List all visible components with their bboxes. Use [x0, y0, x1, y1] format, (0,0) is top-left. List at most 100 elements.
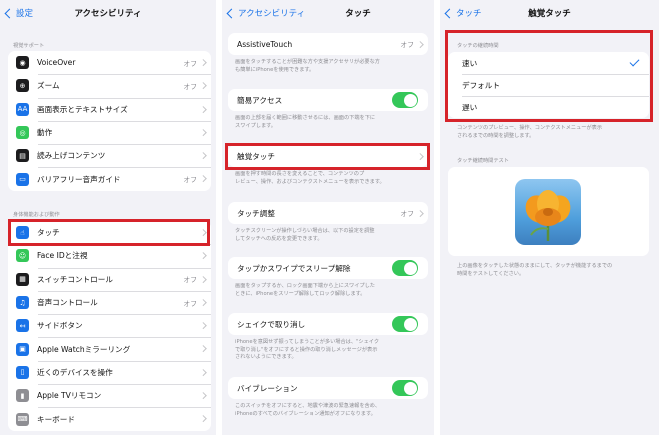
- physical-row-4[interactable]: ↤ サイドボタン: [8, 314, 211, 337]
- chevron-right-icon: [199, 252, 206, 259]
- tv-remote-icon: ▮: [16, 389, 29, 403]
- row-label: スイッチコントロール: [37, 274, 113, 284]
- nav-bar: タッチ 触覚タッチ: [440, 0, 659, 26]
- desc-line: で取り消し"をオフにすると操作の取り消しメッセージが表示: [235, 346, 378, 353]
- voiceover-icon: ◉: [16, 56, 29, 70]
- row-label: Face IDと注視: [37, 251, 88, 261]
- vibration-toggle[interactable]: [392, 380, 418, 396]
- side-button-icon: ↤: [16, 319, 29, 333]
- vision-row-0[interactable]: ◉ VoiceOver オフ: [8, 51, 211, 74]
- desc-line: iPhoneを意図せず振ってしまうことが多い場合は、"シェイク: [235, 339, 380, 345]
- desc-line: タッチスクリーンが操作しづらい場合は、以下の設定を調整: [235, 228, 375, 234]
- chevron-right-icon: [416, 41, 423, 48]
- assistive-touch-value: オフ: [400, 41, 414, 49]
- physical-row-5[interactable]: ▣ Apple Watchミラーリング: [8, 337, 211, 360]
- nav-bar: 設定 アクセシビリティ: [0, 0, 216, 26]
- row-label: 画面表示とテキストサイズ: [37, 104, 128, 114]
- row-label: Apple TVリモコン: [37, 391, 102, 401]
- desc-line: このスイッチをオフにすると、地震や津波の緊急速報を含め、: [235, 403, 381, 409]
- vision-row-5[interactable]: ▭ バリアフリー音声ガイド オフ: [8, 167, 211, 190]
- desc-line: iPhoneのすべてのバイブレーション通知がオフになります。: [235, 410, 376, 417]
- shake-to-undo-row: シェイクで取り消し: [228, 313, 428, 335]
- physical-row-2[interactable]: ▦ スイッチコントロール オフ: [8, 267, 211, 291]
- touch-accommodations-label: タッチ調整: [237, 208, 275, 218]
- chevron-right-icon: [199, 298, 206, 306]
- desc-line: も簡単にiPhoneを使用できます。: [235, 66, 315, 73]
- screenshot-collage: 設定 アクセシビリティ 視覚サポート ◉ VoiceOver オフ ⊕ ズーム オフ AA 画…: [0, 0, 659, 435]
- test-description: 上の画像をタッチした状態のままにして、タッチが機能するまでの 時間をテストしてく…: [457, 263, 657, 278]
- vision-row-3[interactable]: ◎ 動作: [8, 120, 211, 144]
- row-value: オフ: [183, 59, 197, 68]
- row-label: 近くのデバイスを操作: [37, 367, 113, 377]
- vibration-row: バイブレーション: [228, 377, 428, 399]
- desc-line: コンテンツのプレビュー、操作、コンテクストメニューが表示: [457, 125, 603, 131]
- row-label: キーボード: [37, 414, 75, 424]
- switch-control-icon: ▦: [16, 272, 29, 286]
- vibration-label: バイブレーション: [237, 383, 298, 393]
- row-value: オフ: [183, 82, 197, 91]
- physical-row-7[interactable]: ▮ Apple TVリモコン: [8, 384, 211, 407]
- section-header-physical: 身体機能および動作: [13, 212, 60, 218]
- haptic-touch-description: 画面を押す時間の長さを変えることで、コンテンツのプ レビュー、操作、およびコンテ…: [235, 171, 430, 186]
- face-id-icon: ☺: [16, 249, 29, 263]
- watch-mirroring-icon: ▣: [16, 342, 29, 356]
- highlight-touch-row: [8, 219, 210, 246]
- tap-to-wake-label: タップかスワイプでスリープ解除: [237, 263, 351, 273]
- chevron-right-icon: [199, 392, 206, 399]
- row-label: Apple Watchミラーリング: [37, 344, 131, 354]
- desc-line: 画面をタッチすることが困難な方や支援アクセサリが必要な方: [235, 59, 380, 65]
- desc-line: 時間をテストしてください。: [457, 270, 525, 277]
- desc-line: 画面をタップするか、ロック画面下端から上にスワイプした: [235, 283, 375, 289]
- vibration-description: このスイッチをオフにすると、地震や津波の緊急速報を含め、 iPhoneのすべての…: [235, 403, 430, 418]
- physical-row-3[interactable]: ♫ 音声コントロール オフ: [8, 290, 211, 314]
- highlight-haptic-touch-row: [225, 143, 430, 170]
- row-label: 動作: [37, 128, 53, 138]
- desc-line: 上の画像をタッチした状態のままにして、タッチが機能するまでの: [457, 263, 613, 269]
- touch-accommodations-description: タッチスクリーンが操作しづらい場合は、以下の設定を調整 してタッチへの反応を変更…: [235, 228, 430, 243]
- tap-to-wake-description: 画面をタップするか、ロック画面下端から上にスワイプした ときに、iPhoneをス…: [235, 283, 430, 298]
- chevron-right-icon: [199, 415, 206, 422]
- physical-row-1[interactable]: ☺ Face IDと注視: [8, 244, 211, 267]
- touch-panel: アクセシビリティ タッチ AssistiveTouch オフ 画面をタッチするこ…: [222, 0, 434, 435]
- desc-line: されないようにできます。: [235, 354, 297, 360]
- page-title: 触覚タッチ: [528, 9, 571, 19]
- vision-row-2[interactable]: AA 画面表示とテキストサイズ: [8, 97, 211, 121]
- tap-to-wake-toggle[interactable]: [392, 260, 418, 276]
- physical-settings-group: ☝ タッチ ☺ Face IDと注視 ▦ スイッチコントロール オフ ♫ 音声コントロール オフ ↤…: [8, 221, 211, 431]
- touch-accommodations-value: オフ: [400, 210, 414, 218]
- chevron-right-icon: [199, 128, 206, 136]
- physical-row-8[interactable]: ⌨ キーボード: [8, 407, 211, 430]
- reachability-description: 画面の上部を届く範囲に移動させるには、画面の下端を下に スワイプします。: [235, 115, 430, 130]
- row-label: サイドボタン: [37, 321, 83, 331]
- shake-to-undo-label: シェイクで取り消し: [237, 319, 306, 329]
- reachability-row: 簡易アクセス: [228, 89, 428, 111]
- chevron-right-icon: [199, 345, 206, 352]
- row-label: バリアフリー音声ガイド: [37, 174, 121, 184]
- page-title: アクセシビリティ: [74, 9, 142, 19]
- reachability-toggle[interactable]: [392, 92, 418, 108]
- chevron-right-icon: [199, 275, 206, 283]
- shake-to-undo-toggle[interactable]: [392, 316, 418, 332]
- section-header-vision: 視覚サポート: [13, 43, 45, 49]
- chevron-left-icon: [226, 8, 237, 18]
- test-area: [448, 167, 649, 256]
- assistive-touch-row[interactable]: AssistiveTouch オフ: [228, 33, 428, 55]
- audio-description-icon: ▭: [16, 172, 29, 186]
- physical-row-6[interactable]: ▯ 近くのデバイスを操作: [8, 360, 211, 384]
- desc-line: 画面の上部を届く範囲に移動させるには、画面の下端を下に: [235, 115, 376, 121]
- row-value: オフ: [183, 299, 197, 308]
- assistive-touch-description: 画面をタッチすることが困難な方や支援アクセサリが必要な方 も簡単にiPhoneを…: [235, 59, 430, 74]
- highlight-duration-options: [445, 30, 653, 122]
- desc-line: スワイプします。: [235, 122, 276, 129]
- voice-control-icon: ♫: [16, 296, 29, 310]
- vision-row-1[interactable]: ⊕ ズーム オフ: [8, 74, 211, 97]
- vision-row-4[interactable]: ▤ 読み上げコンテンツ: [8, 144, 211, 167]
- spoken-content-icon: ▤: [16, 149, 29, 163]
- row-value: オフ: [183, 176, 197, 185]
- desc-line: してタッチへの反応を変更できます。: [235, 235, 323, 242]
- nav-bar: アクセシビリティ タッチ: [222, 0, 434, 26]
- flower-photo[interactable]: [515, 179, 581, 245]
- keyboard-icon: ⌨: [16, 412, 29, 426]
- touch-accommodations-row[interactable]: タッチ調整 オフ: [228, 202, 428, 224]
- row-label: ズーム: [37, 81, 60, 91]
